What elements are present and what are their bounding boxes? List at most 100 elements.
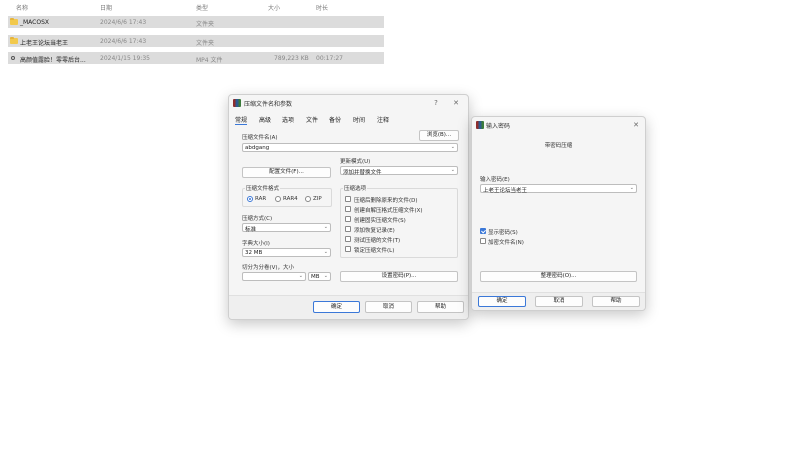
chevron-down-icon: ⌄ — [323, 273, 328, 279]
archive-dialog-titlebar[interactable]: 压缩文件名和参数 ? ✕ — [229, 95, 468, 111]
set-password-button[interactable]: 设置密码(P)... — [340, 271, 458, 282]
archive-name-value: abdgang — [245, 145, 270, 151]
winrar-app-icon — [233, 99, 241, 107]
help-button[interactable]: 帮助 — [592, 296, 640, 307]
cancel-button[interactable]: 取消 — [535, 296, 583, 307]
tab-time[interactable]: 时间 — [353, 115, 365, 124]
password-field[interactable]: 上老王论坛当老王 ⌄ — [480, 184, 637, 194]
update-mode-select[interactable]: 添加并替换文件 ⌄ — [340, 166, 458, 176]
format-zip-radio[interactable] — [305, 196, 311, 202]
tab-general[interactable]: 常规 — [235, 115, 248, 125]
recovery-record-label: 添加恢复记录(E) — [354, 228, 395, 234]
tab-options[interactable]: 选项 — [282, 115, 294, 124]
chevron-down-icon: ⌄ — [323, 224, 328, 230]
create-sfx-label: 创建自解压格式压缩文件(X) — [354, 208, 423, 214]
close-icon[interactable]: ✕ — [450, 97, 462, 109]
format-zip-label: ZIP — [313, 196, 322, 202]
password-label: 输入密码(E) — [480, 177, 510, 183]
password-dialog-subtitle: 带密码压缩 — [544, 143, 573, 149]
create-sfx-checkbox[interactable] — [345, 206, 351, 212]
file-list-header: 名称 日期 类型 大小 时长 — [0, 0, 384, 13]
help-icon[interactable]: ? — [430, 97, 442, 109]
password-dialog-titlebar[interactable]: 输入密码 ✕ — [472, 117, 645, 133]
delete-files-checkbox[interactable] — [345, 196, 351, 202]
method-label: 压缩方式(C) — [242, 216, 273, 222]
dictionary-size-label: 字典大小(I) — [242, 241, 270, 247]
method-select[interactable]: 标准 ⌄ — [242, 223, 331, 233]
archive-name-label: 压缩文件名(A) — [242, 135, 278, 141]
update-mode-label: 更新模式(U) — [340, 159, 371, 165]
split-volumes-label: 切分为分卷(V)，大小 — [242, 265, 295, 271]
lock-archive-checkbox[interactable] — [345, 246, 351, 252]
ok-button[interactable]: 确定 — [478, 296, 526, 307]
dictionary-size-value: 32 MB — [245, 250, 263, 256]
tab-files[interactable]: 文件 — [306, 115, 318, 124]
archive-name-field[interactable]: abdgang ⌄ — [242, 143, 458, 152]
file-duration: 00:17:27 — [316, 55, 343, 62]
file-date: 2024/6/6 17:43 — [100, 19, 147, 26]
ok-button[interactable]: 确定 — [313, 301, 360, 313]
password-value: 上老王论坛当老王 — [483, 188, 528, 194]
file-name: 上老王论坛当老王 — [20, 40, 69, 47]
file-row-laowang-folder[interactable]: 上老王论坛当老王 2024/6/6 17:43 文件夹 — [8, 35, 384, 47]
split-unit-value: MB — [311, 274, 320, 280]
file-name: _MACOSX — [20, 19, 50, 26]
file-type: 文件夹 — [196, 21, 215, 28]
encrypt-filenames-checkbox[interactable] — [480, 238, 486, 244]
chevron-down-icon: ⌄ — [298, 273, 303, 279]
encrypt-filenames-label: 加密文件名(N) — [488, 240, 524, 246]
column-size-header[interactable]: 大小 — [268, 3, 280, 12]
column-type-header[interactable]: 类型 — [196, 3, 208, 12]
recovery-record-checkbox[interactable] — [345, 226, 351, 232]
organize-passwords-button[interactable]: 整理密码(O)... — [480, 271, 637, 282]
browse-button[interactable]: 浏览(B)... — [419, 130, 459, 141]
folder-icon — [10, 18, 18, 25]
dictionary-size-select[interactable]: 32 MB ⌄ — [242, 248, 331, 257]
cancel-button[interactable]: 取消 — [365, 301, 412, 313]
chevron-down-icon: ⌄ — [450, 144, 455, 150]
file-name: 高颜值露脸！零零后台... — [20, 57, 86, 64]
delete-files-label: 压缩后删除原来的文件(D) — [354, 198, 418, 204]
tab-advanced[interactable]: 高级 — [259, 115, 271, 124]
chevron-down-icon: ⌄ — [450, 167, 455, 173]
column-duration-header[interactable]: 时长 — [316, 3, 328, 12]
file-date: 2024/6/6 17:43 — [100, 38, 147, 45]
help-button[interactable]: 帮助 — [417, 301, 464, 313]
file-row-video[interactable]: 高颜值露脸！零零后台... 2024/1/15 19:35 MP4 文件 789… — [8, 52, 384, 64]
method-value: 标准 — [245, 227, 257, 233]
password-dialog-title: 输入密码 — [486, 123, 511, 130]
format-rar4-radio[interactable] — [275, 196, 281, 202]
winrar-app-icon — [476, 121, 484, 129]
file-row-macosx[interactable]: _MACOSX 2024/6/6 17:43 文件夹 — [8, 16, 384, 28]
password-dialog: 输入密码 ✕ 带密码压缩 输入密码(E) 上老王论坛当老王 ⌄ 显示密码(S) … — [471, 116, 646, 311]
tab-backup[interactable]: 备份 — [329, 115, 341, 124]
create-solid-checkbox[interactable] — [345, 216, 351, 222]
chevron-down-icon: ⌄ — [323, 249, 328, 255]
media-file-icon — [11, 56, 15, 60]
column-date-header[interactable]: 日期 — [100, 3, 112, 12]
format-rar-radio[interactable] — [247, 196, 253, 202]
profiles-button[interactable]: 配置文件(F)... — [242, 167, 331, 178]
create-solid-label: 创建固实压缩文件(S) — [354, 218, 406, 224]
test-files-checkbox[interactable] — [345, 236, 351, 242]
split-unit-select[interactable]: MB ⌄ — [308, 272, 331, 281]
format-rar-label: RAR — [255, 196, 267, 202]
format-rar4-label: RAR4 — [283, 196, 298, 202]
test-files-label: 测试压缩的文件(T) — [354, 238, 401, 244]
split-size-field[interactable]: ⌄ — [242, 272, 306, 281]
tab-comment[interactable]: 注释 — [377, 115, 389, 124]
archive-dialog: 压缩文件名和参数 ? ✕ 常规 高级 选项 文件 备份 时间 注释 压缩文件名(… — [228, 94, 469, 320]
file-date: 2024/1/15 19:35 — [100, 55, 150, 62]
show-password-checkbox[interactable] — [480, 228, 486, 234]
column-name-header[interactable]: 名称 — [16, 3, 28, 12]
lock-archive-label: 锁定压缩文件(L) — [354, 248, 395, 254]
folder-icon — [10, 37, 18, 44]
show-password-label: 显示密码(S) — [488, 230, 518, 236]
close-icon[interactable]: ✕ — [630, 119, 642, 131]
archive-options-title: 压缩选项 — [343, 184, 368, 192]
update-mode-value: 添加并替换文件 — [343, 170, 382, 176]
chevron-down-icon: ⌄ — [629, 185, 634, 191]
format-group-title: 压缩文件格式 — [245, 184, 281, 192]
file-size: 789,223 KB — [274, 55, 309, 62]
file-type: 文件夹 — [196, 40, 215, 47]
